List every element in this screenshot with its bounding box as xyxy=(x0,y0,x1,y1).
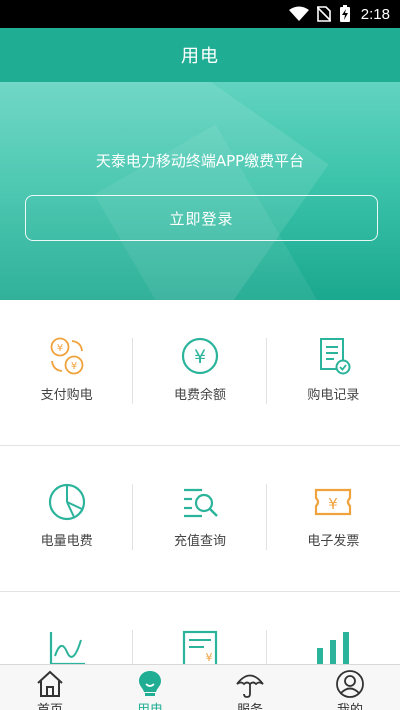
balance-button[interactable]: ¥ 电费余额 xyxy=(133,300,267,445)
hero-banner: 天泰电力移动终端APP缴费平台 立即登录 xyxy=(0,82,400,300)
feature-grid: ¥ ¥ 支付购电 ¥ 电费余额 购电记录 电量电费 充值查询 ¥ 电子发票 ¥ xyxy=(0,300,400,710)
umbrella-icon xyxy=(236,674,264,698)
nav-label: 用电 xyxy=(100,699,200,710)
pie-chart-icon xyxy=(48,483,85,521)
home-icon xyxy=(37,670,63,697)
status-time: 2:18 xyxy=(360,5,390,23)
recharge-query-label: 充值查询 xyxy=(173,534,226,549)
nav-home[interactable]: 首页 xyxy=(0,665,100,710)
nav-service[interactable]: 服务 xyxy=(200,665,300,710)
invoice-ticket-icon: ¥ xyxy=(315,488,352,516)
yuan-circle-icon: ¥ xyxy=(181,337,219,375)
balance-label: 电费余额 xyxy=(173,388,226,403)
svg-text:¥: ¥ xyxy=(56,343,62,354)
nav-label: 我的 xyxy=(300,699,400,710)
usage-fee-button[interactable]: 电量电费 xyxy=(0,446,134,591)
svg-text:¥: ¥ xyxy=(329,495,339,513)
purchase-record-button[interactable]: 购电记录 xyxy=(267,300,400,445)
bill-document-icon: ¥ xyxy=(182,630,218,668)
recharge-query-button[interactable]: 充值查询 xyxy=(133,446,267,591)
e-invoice-button[interactable]: ¥ 电子发票 xyxy=(267,446,400,591)
svg-text:¥: ¥ xyxy=(194,346,206,368)
svg-text:¥: ¥ xyxy=(70,361,76,372)
feature-row: ¥ ¥ 支付购电 ¥ 电费余额 购电记录 xyxy=(0,300,400,446)
line-chart-icon xyxy=(49,632,85,666)
app-bar: 用电 xyxy=(0,28,400,82)
record-document-icon xyxy=(320,338,351,375)
bar-chart-icon xyxy=(317,632,350,666)
nav-electricity[interactable]: 用电 xyxy=(100,665,200,710)
bulb-icon xyxy=(139,671,161,696)
battery-charging-icon xyxy=(339,5,350,22)
e-invoice-label: 电子发票 xyxy=(307,534,360,549)
payment-exchange-icon: ¥ ¥ xyxy=(50,337,84,375)
nav-label: 服务 xyxy=(200,699,300,710)
bottom-nav: 首页 用电 服务 我的 xyxy=(0,664,400,710)
nav-label: 首页 xyxy=(0,699,100,710)
user-icon xyxy=(336,670,364,698)
usage-fee-label: 电量电费 xyxy=(40,534,93,549)
hero-subtitle: 天泰电力移动终端APP缴费平台 xyxy=(95,152,305,170)
status-icons: 2:18 xyxy=(288,0,390,28)
page-title: 用电 xyxy=(181,46,219,67)
nav-me[interactable]: 我的 xyxy=(300,665,400,710)
feature-row: 电量电费 充值查询 ¥ 电子发票 xyxy=(0,446,400,592)
pay-purchase-label: 支付购电 xyxy=(40,388,93,403)
wifi-icon xyxy=(288,6,309,21)
status-bar: 2:18 xyxy=(0,0,400,28)
search-list-icon xyxy=(183,488,218,518)
pay-purchase-button[interactable]: ¥ ¥ 支付购电 xyxy=(0,300,134,445)
no-sim-icon xyxy=(316,6,331,22)
svg-text:¥: ¥ xyxy=(205,651,212,664)
login-button[interactable]: 立即登录 xyxy=(25,195,378,241)
purchase-record-label: 购电记录 xyxy=(307,388,360,403)
